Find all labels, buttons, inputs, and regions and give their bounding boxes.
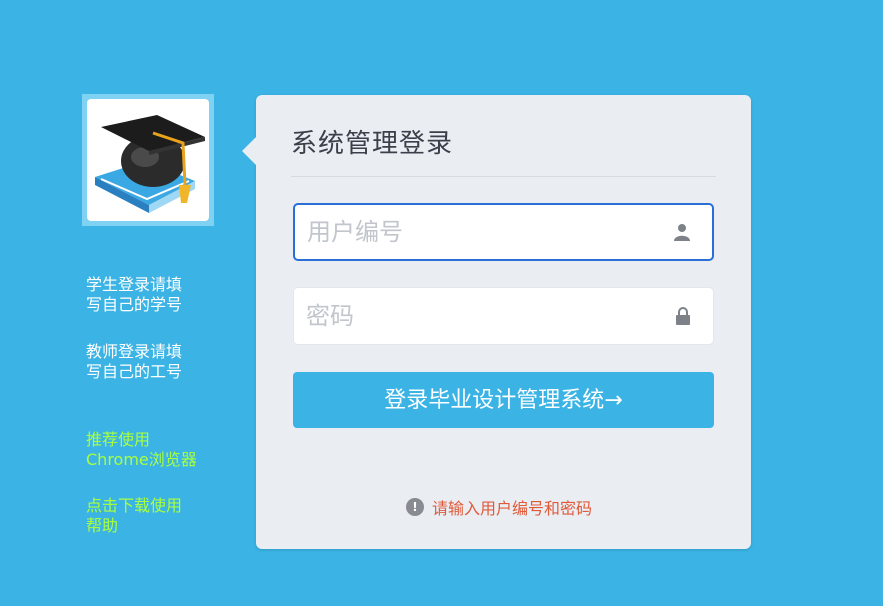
panel-pointer	[242, 137, 256, 165]
teacher-note-line1: 教师登录请填	[86, 342, 183, 361]
browser-tip: 推荐使用 Chrome浏览器	[86, 430, 216, 470]
browser-tip-line1: 推荐使用	[86, 430, 151, 449]
password-field-container[interactable]	[293, 287, 714, 345]
lock-icon	[675, 307, 691, 325]
password-input[interactable]	[306, 288, 666, 344]
login-hint: ! 请输入用户编号和密码	[406, 495, 592, 519]
help-download-link[interactable]: 点击下载使用 帮助	[86, 496, 216, 536]
login-button[interactable]: 登录毕业设计管理系统→	[293, 372, 714, 428]
help-link-line2[interactable]: 帮助	[86, 516, 216, 536]
student-login-note: 学生登录请填 写自己的学号	[86, 275, 216, 315]
browser-tip-line2: Chrome浏览器	[86, 450, 197, 469]
help-link-line1[interactable]: 点击下载使用	[86, 496, 216, 516]
info-icon: !	[406, 498, 424, 516]
title-divider	[291, 176, 716, 177]
login-panel: 系统管理登录 登录毕业设计管理系统→ ! 请输入用户编号和密码	[242, 95, 751, 549]
username-input[interactable]	[307, 205, 667, 259]
page-title: 系统管理登录	[291, 129, 454, 159]
username-field-container[interactable]	[293, 203, 714, 261]
user-icon	[674, 223, 690, 241]
teacher-note-line2: 写自己的工号	[86, 362, 183, 381]
student-note-line2: 写自己的学号	[86, 295, 183, 314]
teacher-login-note: 教师登录请填 写自己的工号	[86, 342, 216, 382]
graduation-cap-book-icon	[87, 99, 209, 221]
hint-text: 请输入用户编号和密码	[432, 499, 593, 518]
logo-frame	[82, 94, 214, 226]
student-note-line1: 学生登录请填	[86, 275, 183, 294]
